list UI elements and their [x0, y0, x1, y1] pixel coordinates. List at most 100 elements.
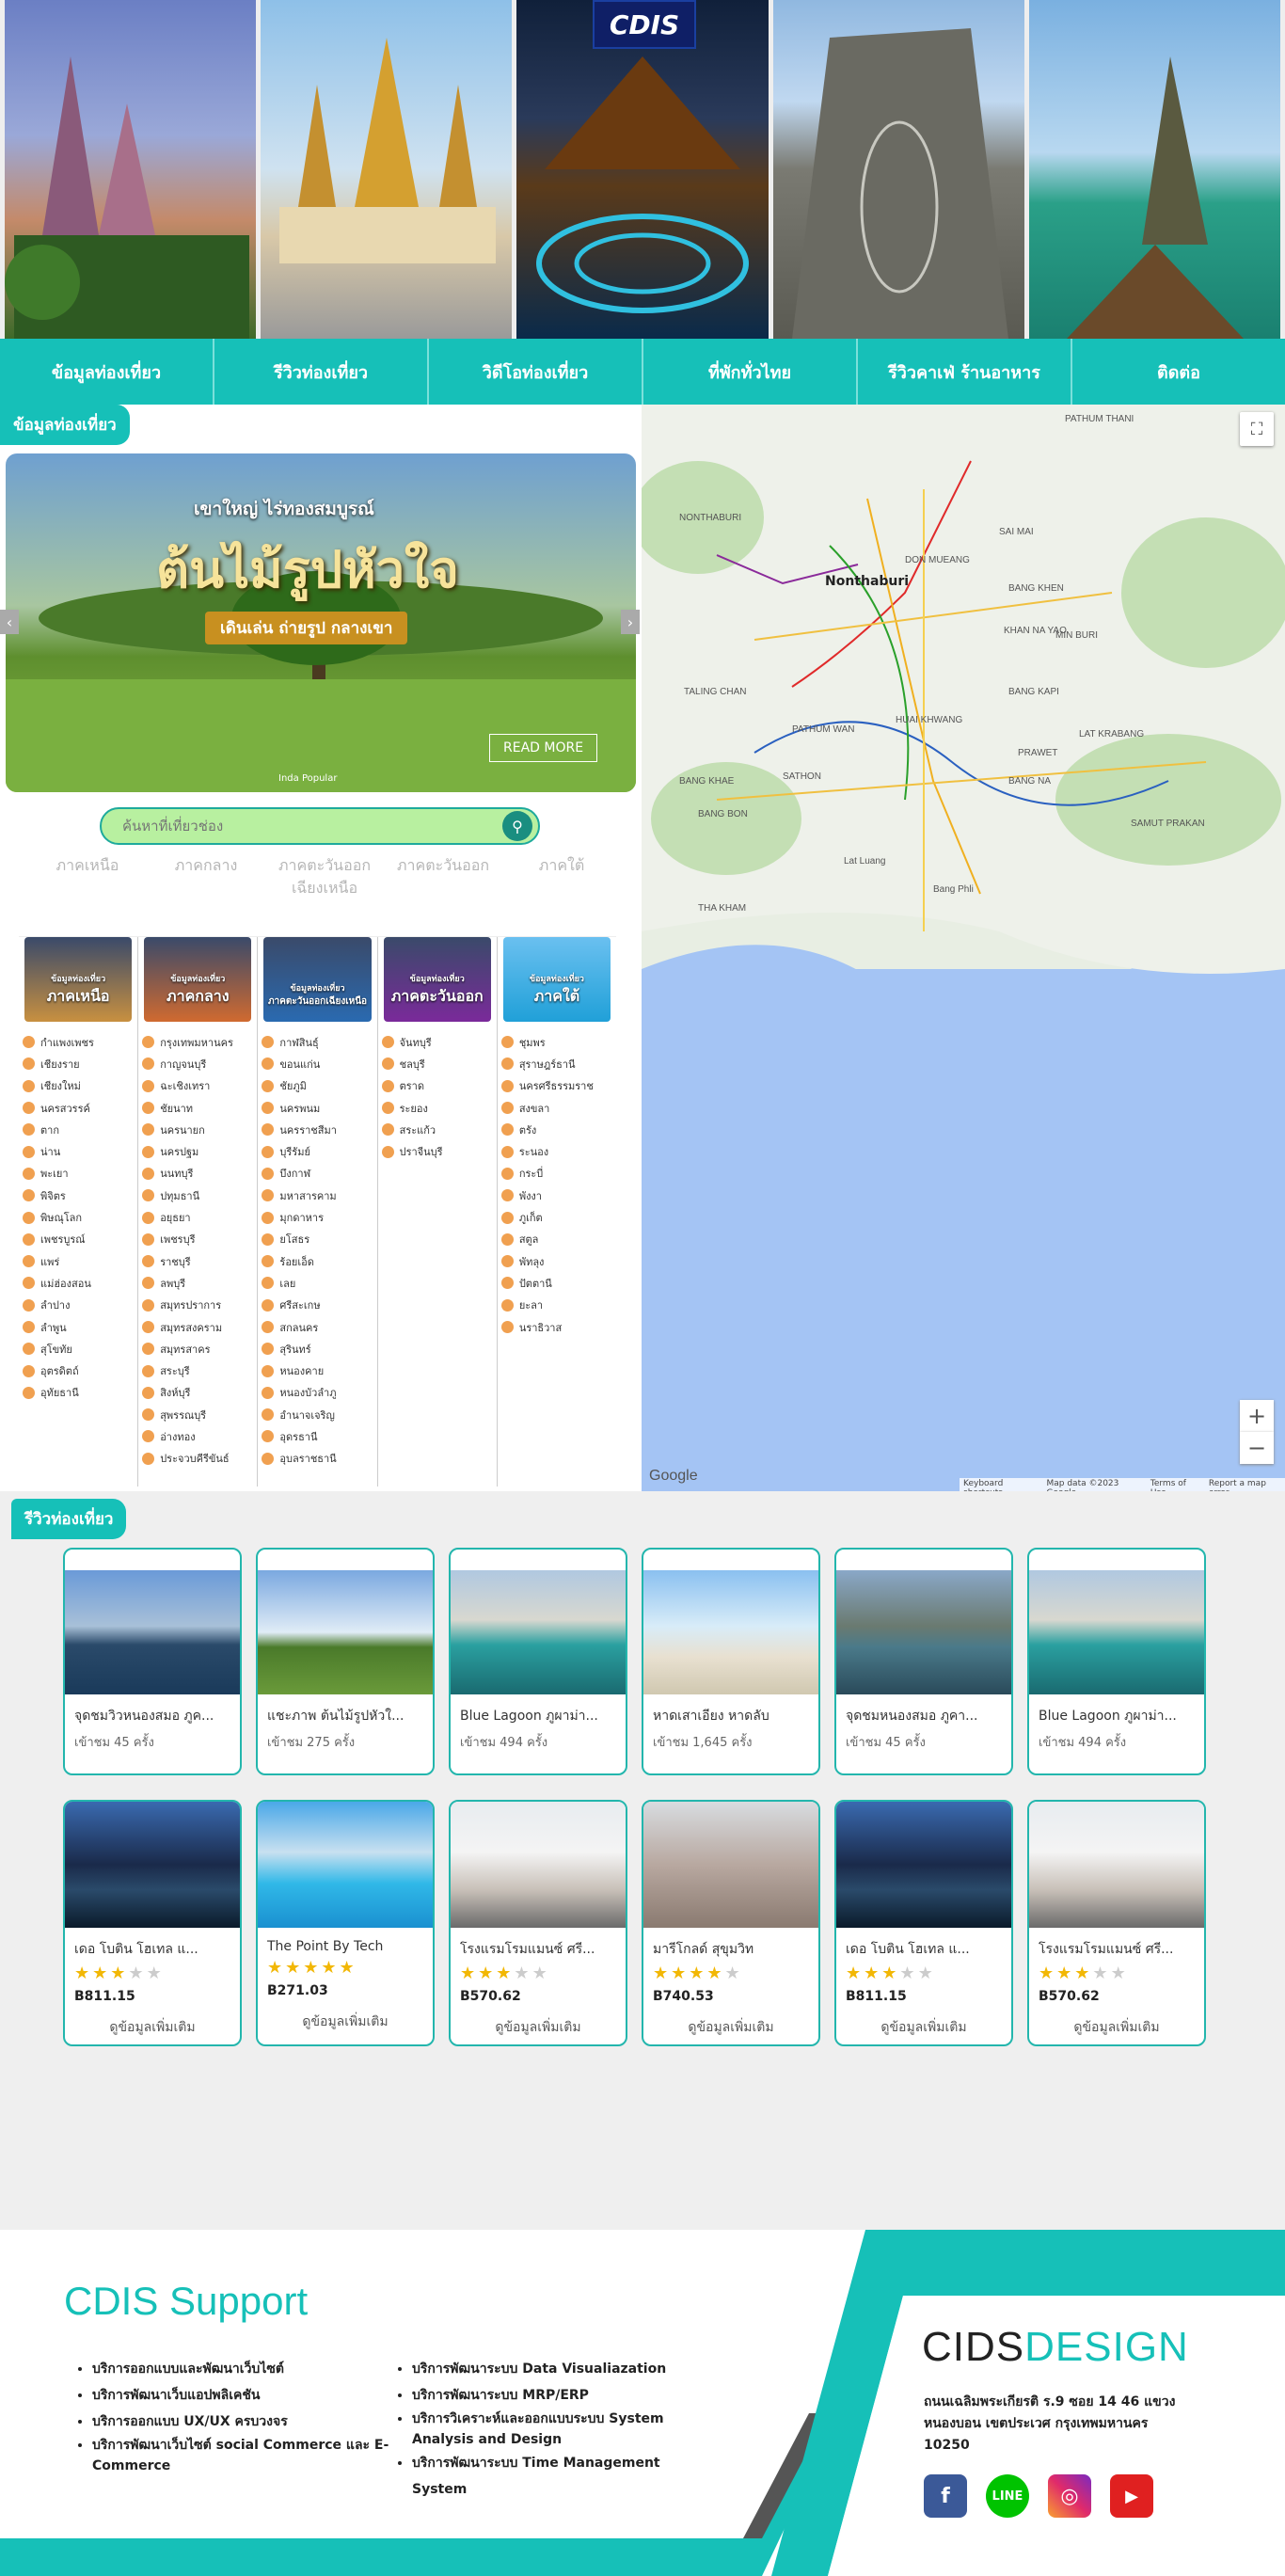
province-link[interactable]: ยะลา	[500, 1295, 612, 1316]
province-link[interactable]: ตรัง	[500, 1119, 612, 1140]
province-link[interactable]: ลำพูน	[23, 1316, 134, 1338]
province-link[interactable]: นครราชสีมา	[262, 1119, 373, 1140]
facebook-icon[interactable]: f	[924, 2474, 967, 2518]
hotel-card[interactable]: โรงแรมโรมแมนซ์ ศรี... ★★★★★ B570.62 ดูข้อมู…	[449, 1800, 627, 2046]
province-link[interactable]: ระนอง	[500, 1140, 612, 1162]
province-link[interactable]: อุดรธานี	[262, 1425, 373, 1447]
province-link[interactable]: สุโขทัย	[23, 1338, 134, 1360]
province-link[interactable]: นครศรีธรรมราช	[500, 1075, 612, 1097]
province-link[interactable]: กำแพงเพชร	[23, 1031, 134, 1053]
province-link[interactable]: สกลนคร	[262, 1316, 373, 1338]
slide-next-arrow[interactable]: ›	[621, 610, 640, 634]
province-link[interactable]: ขอนแก่น	[262, 1053, 373, 1074]
province-link[interactable]: ฉะเชิงเทรา	[142, 1075, 253, 1097]
region-tile[interactable]: ข้อมูลท่องเที่ยว ภาคเหนือ	[24, 937, 133, 1022]
province-link[interactable]: ศรีสะเกษ	[262, 1295, 373, 1316]
province-link[interactable]: สระแก้ว	[381, 1119, 493, 1140]
region-tile[interactable]: ข้อมูลท่องเที่ยว ภาคใต้	[502, 937, 611, 1022]
province-link[interactable]: เลย	[262, 1272, 373, 1294]
slide-prev-arrow[interactable]: ‹	[0, 610, 19, 634]
province-link[interactable]: ยโสธร	[262, 1229, 373, 1250]
region-tab-central[interactable]: ภาคกลาง	[147, 854, 265, 899]
province-link[interactable]: สระบุรี	[142, 1360, 253, 1381]
province-link[interactable]: ลำปาง	[23, 1295, 134, 1316]
review-card[interactable]: จุดชมหนองสมอ ภูคา... เข้าชม 45 ครั้ง	[834, 1548, 1013, 1775]
province-link[interactable]: ภูเก็ต	[500, 1206, 612, 1228]
province-link[interactable]: พังงา	[500, 1185, 612, 1206]
province-link[interactable]: กาฬสินธุ์	[262, 1031, 373, 1053]
province-link[interactable]: สมุทรสงคราม	[142, 1316, 253, 1338]
review-card[interactable]: แชะภาพ ต้นไม้รูปหัวใ... เข้าชม 275 ครั้ง	[256, 1548, 435, 1775]
province-link[interactable]: บุรีรัมย์	[262, 1140, 373, 1162]
more-info-link[interactable]: ดูข้อมูลเพิ่มเติม	[451, 2006, 626, 2044]
province-link[interactable]: ราชบุรี	[142, 1250, 253, 1272]
province-link[interactable]: กรุงเทพมหานคร	[142, 1031, 253, 1053]
more-info-link[interactable]: ดูข้อมูลเพิ่มเติม	[1029, 2006, 1204, 2044]
province-link[interactable]: สมุทรสาคร	[142, 1338, 253, 1360]
province-link[interactable]: น่าน	[23, 1140, 134, 1162]
instagram-icon[interactable]: ◎	[1048, 2474, 1091, 2518]
province-link[interactable]: เพชรบูรณ์	[23, 1229, 134, 1250]
province-link[interactable]: นครปฐม	[142, 1140, 253, 1162]
region-tab-northeast[interactable]: ภาคตะวันออกเฉียงเหนือ	[265, 854, 384, 899]
nav-travel-video[interactable]: วิดีโอท่องเที่ยว	[429, 339, 643, 405]
province-link[interactable]: เชียงใหม่	[23, 1075, 134, 1097]
zoom-out-button[interactable]: −	[1240, 1432, 1274, 1464]
province-link[interactable]: จันทบุรี	[381, 1031, 493, 1053]
province-link[interactable]: แม่ฮ่องสอน	[23, 1272, 134, 1294]
read-more-button[interactable]: READ MORE	[489, 734, 598, 762]
nav-travel-info[interactable]: ข้อมูลท่องเที่ยว	[0, 339, 214, 405]
province-link[interactable]: อุตรดิตถ์	[23, 1360, 134, 1381]
review-card[interactable]: Blue Lagoon ภูผาม่า... เข้าชม 494 ครั้ง	[449, 1548, 627, 1775]
province-link[interactable]: ประจวบคีรีขันธ์	[142, 1448, 253, 1470]
province-link[interactable]: ชัยภูมิ	[262, 1075, 373, 1097]
line-icon[interactable]: LINE	[986, 2474, 1029, 2518]
province-link[interactable]: นครสวรรค์	[23, 1097, 134, 1119]
province-link[interactable]: ตาก	[23, 1119, 134, 1140]
province-link[interactable]: หนองบัวลำภู	[262, 1382, 373, 1404]
province-link[interactable]: อุทัยธานี	[23, 1382, 134, 1404]
province-link[interactable]: สมุทรปราการ	[142, 1295, 253, 1316]
nav-travel-review[interactable]: รีวิวท่องเที่ยว	[214, 339, 429, 405]
hotel-card[interactable]: โรงแรมโรมแมนซ์ ศรี... ★★★★★ B570.62 ดูข้อมู…	[1027, 1800, 1206, 2046]
province-link[interactable]: พัทลุง	[500, 1250, 612, 1272]
province-link[interactable]: แพร่	[23, 1250, 134, 1272]
province-link[interactable]: ปราจีนบุรี	[381, 1140, 493, 1162]
province-link[interactable]: ปัตตานี	[500, 1272, 612, 1294]
province-link[interactable]: ชุมพร	[500, 1031, 612, 1053]
nav-contact[interactable]: ติดต่อ	[1072, 339, 1285, 405]
province-link[interactable]: ชลบุรี	[381, 1053, 493, 1074]
report-error-link[interactable]: Report a map error	[1209, 1479, 1281, 1491]
province-link[interactable]: พิษณุโลก	[23, 1206, 134, 1228]
province-link[interactable]: นครนายก	[142, 1119, 253, 1140]
zoom-in-button[interactable]: +	[1240, 1400, 1274, 1432]
region-tile[interactable]: ข้อมูลท่องเที่ยว ภาคตะวันออก	[383, 937, 491, 1022]
nav-cafe-review[interactable]: รีวิวคาเฟ่ ร้านอาหาร	[858, 339, 1072, 405]
region-tab-south[interactable]: ภาคใต้	[502, 854, 621, 899]
search-input[interactable]	[100, 807, 540, 845]
province-link[interactable]: เพชรบุรี	[142, 1229, 253, 1250]
province-link[interactable]: ร้อยเอ็ด	[262, 1250, 373, 1272]
province-link[interactable]: นราธิวาส	[500, 1316, 612, 1338]
region-tab-east[interactable]: ภาคตะวันออก	[384, 854, 502, 899]
province-link[interactable]: พิจิตร	[23, 1185, 134, 1206]
nav-accommodation[interactable]: ที่พักทั่วไทย	[643, 339, 858, 405]
hotel-card[interactable]: เดอ โบติน โฮเทล แ... ★★★★★ B811.15 ดูข้อมูล…	[834, 1800, 1013, 2046]
google-map[interactable]: NONTHABURI SAI MAI BANG KHEN KHAN NA YAO MIN…	[642, 405, 1285, 1491]
province-link[interactable]: ลพบุรี	[142, 1272, 253, 1294]
province-link[interactable]: สุพรรณบุรี	[142, 1404, 253, 1425]
province-link[interactable]: มหาสารคาม	[262, 1185, 373, 1206]
youtube-icon[interactable]: ▶	[1110, 2474, 1153, 2518]
review-card[interactable]: Blue Lagoon ภูผาม่า... เข้าชม 494 ครั้ง	[1027, 1548, 1206, 1775]
province-link[interactable]: อยุธยา	[142, 1206, 253, 1228]
province-link[interactable]: กาญจนบุรี	[142, 1053, 253, 1074]
keyboard-shortcuts-link[interactable]: Keyboard shortcuts	[963, 1479, 1037, 1491]
province-link[interactable]: กระบี่	[500, 1163, 612, 1185]
province-link[interactable]: อำนาจเจริญ	[262, 1404, 373, 1425]
region-tab-north[interactable]: ภาคเหนือ	[28, 854, 147, 899]
region-tile[interactable]: ข้อมูลท่องเที่ยว ภาคตะวันออกเฉียงเหนือ	[263, 937, 372, 1022]
more-info-link[interactable]: ดูข้อมูลเพิ่มเติม	[836, 2006, 1011, 2044]
province-link[interactable]: มุกดาหาร	[262, 1206, 373, 1228]
more-info-link[interactable]: ดูข้อมูลเพิ่มเติม	[65, 2006, 240, 2044]
more-info-link[interactable]: ดูข้อมูลเพิ่มเติม	[258, 2000, 433, 2040]
